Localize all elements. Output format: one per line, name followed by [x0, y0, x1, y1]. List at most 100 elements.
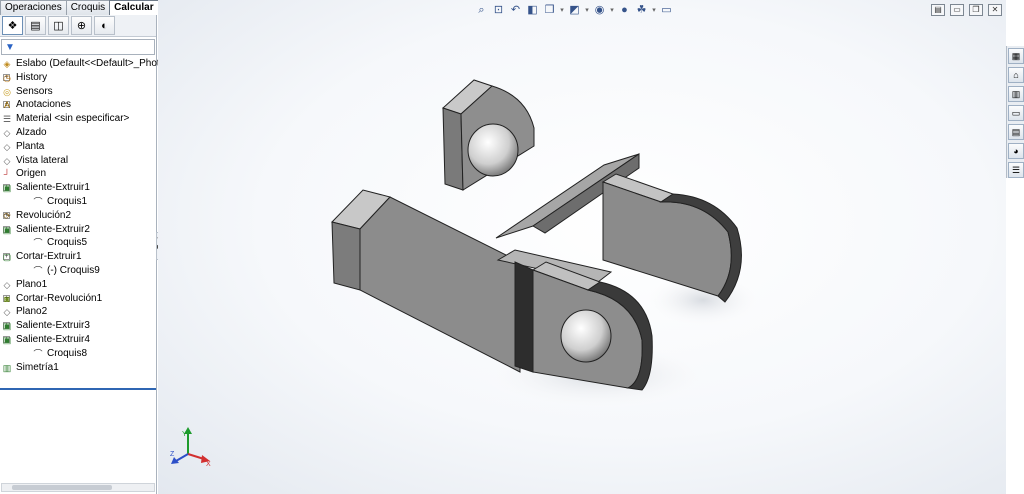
- tree-item-label: Anotaciones: [16, 99, 72, 111]
- tab-calcular[interactable]: Calcular: [109, 0, 159, 16]
- resources-icon[interactable]: ▦: [1008, 48, 1024, 64]
- tree-item[interactable]: ⌒ Croquis5: [0, 236, 156, 250]
- scrollbar-thumb[interactable]: [12, 485, 112, 490]
- svg-text:Z: Z: [170, 451, 175, 458]
- tree-item[interactable]: ◇ Plano1: [0, 278, 156, 292]
- tree-item[interactable]: + ▣ Saliente-Extruir4: [0, 333, 156, 347]
- front-lug: [531, 261, 653, 391]
- tree-item-label: Material <sin especificar>: [16, 113, 130, 125]
- svg-text:Y: Y: [182, 431, 187, 438]
- origin-icon: ┘: [3, 169, 11, 180]
- tree-item[interactable]: ⌒ (-) Croquis9: [0, 264, 156, 278]
- tree-item-label: Cortar-Revolución1: [16, 292, 103, 304]
- back-lug: [442, 79, 535, 191]
- tab-croquis[interactable]: Croquis: [65, 0, 111, 15]
- tree-item-label: Simetría1: [16, 361, 59, 373]
- tree-item[interactable]: + ▢ Cortar-Extruir1: [0, 250, 156, 264]
- custom-properties-icon[interactable]: ☰: [1008, 162, 1024, 178]
- tree-item[interactable]: + ▣ Saliente-Extruir2: [0, 223, 156, 237]
- tree-item[interactable]: + ▣ Saliente-Extruir1: [0, 181, 156, 195]
- manager-tabs: ❖ ▤ ◫ ⊕ ◐: [0, 15, 156, 37]
- tree-item[interactable]: ⌒ Croquis1: [0, 195, 156, 209]
- tree-item-label: Saliente-Extruir4: [16, 333, 90, 345]
- svg-text:X: X: [206, 461, 211, 466]
- tree-item[interactable]: + ◷ History: [0, 71, 156, 85]
- tree-item-label: History: [16, 71, 48, 83]
- tree-item[interactable]: + A Anotaciones: [0, 98, 156, 112]
- tree-item-label: Revolución2: [16, 209, 72, 221]
- mirror-icon: ▥: [2, 362, 12, 373]
- filter-icon[interactable]: ▼: [5, 42, 15, 53]
- tree-item[interactable]: ◇ Alzado: [0, 126, 156, 140]
- tree-item[interactable]: + ▣ Saliente-Extruir3: [0, 319, 156, 333]
- tree-item[interactable]: + ⟳ Revolución2: [0, 209, 156, 223]
- tree-item[interactable]: ☰ Material <sin especificar>: [0, 112, 156, 126]
- tree-item[interactable]: + ◙ Cortar-Revolución1: [0, 292, 156, 306]
- tree-item-label: Croquis5: [47, 237, 88, 249]
- tree-item-label: Vista lateral: [16, 154, 69, 166]
- material-icon: ☰: [2, 114, 12, 125]
- appearances-icon[interactable]: ◕: [1008, 143, 1024, 159]
- boss-extrude-icon: ▣: [2, 334, 12, 345]
- tree-item[interactable]: ◇ Plano2: [0, 305, 156, 319]
- task-pane-tabs: ▦ ⌂ ▥ ▭ ▤ ◕ ☰: [1006, 46, 1024, 178]
- feature-manager-panel: ❖ ▤ ◫ ⊕ ◐ ▼ ◈ Eslabo (Default<<Default>_Phot…: [0, 15, 166, 494]
- tree-item-label: Cortar-Extruir1: [16, 251, 82, 263]
- tree-item[interactable]: ⌒ Croquis8: [0, 347, 156, 361]
- tree-item-label: Sensors: [16, 85, 53, 97]
- part-icon: ◈: [3, 59, 11, 69]
- tab-operaciones[interactable]: Operaciones: [0, 0, 67, 15]
- view-palette-icon[interactable]: ▤: [1008, 124, 1024, 140]
- tree-item-label: Plano1: [16, 278, 48, 290]
- reference-triad: Y X Z: [170, 427, 211, 466]
- tree-item-label: Croquis1: [47, 195, 88, 207]
- tree-item-label: Saliente-Extruir2: [16, 223, 90, 235]
- tree-item[interactable]: ◇ Planta: [0, 140, 156, 154]
- tree-item-label: Plano2: [16, 306, 48, 318]
- tree-root[interactable]: ◈ Eslabo (Default<<Default>_Photo: [0, 57, 166, 71]
- home-icon[interactable]: ⌂: [1008, 67, 1024, 83]
- plane-icon: ◇: [3, 127, 11, 138]
- boss-extrude-icon: ▣: [2, 224, 12, 235]
- part-model[interactable]: [158, 0, 1006, 494]
- rollback-bar[interactable]: [0, 388, 156, 390]
- tree-filter[interactable]: ▼: [1, 39, 155, 55]
- tree-item-label: Croquis8: [47, 347, 88, 359]
- tree-item-label: Planta: [16, 140, 45, 152]
- revolve-icon: ⟳: [3, 210, 11, 221]
- tree-item[interactable]: ▥ Simetría1: [0, 361, 156, 375]
- plane-icon: ◇: [3, 155, 11, 166]
- sketch-icon: ⌒: [33, 348, 43, 359]
- sketch-icon: ⌒: [33, 196, 43, 207]
- tree-item[interactable]: ◇ Vista lateral: [0, 154, 156, 168]
- plane-icon: ◇: [3, 279, 11, 290]
- tree-item-label: Alzado: [16, 126, 47, 138]
- tree-item[interactable]: ┘ Origen: [0, 167, 156, 181]
- plane-icon: ◇: [3, 307, 11, 318]
- tree-item-label: (-) Croquis9: [47, 264, 100, 276]
- sensor-icon: ◎: [3, 86, 11, 97]
- horizontal-scrollbar[interactable]: [1, 483, 155, 492]
- dimxpert-manager-icon[interactable]: ⊕: [71, 16, 92, 35]
- history-icon: ◷: [3, 72, 11, 83]
- tree-item-label: Origen: [16, 168, 47, 180]
- boss-extrude-icon: ▣: [2, 321, 12, 332]
- solidworks-window: OperacionesCroquisCalcularDimXpertProduc…: [0, 0, 1024, 494]
- feature-tree: ◈ Eslabo (Default<<Default>_Photo + ◷ Hist…: [0, 55, 166, 375]
- tree-item-label: Saliente-Extruir1: [16, 182, 90, 194]
- sketch-icon: ⌒: [33, 265, 43, 276]
- cut-extrude-icon: ▢: [2, 252, 12, 263]
- tree-root-label: Eslabo (Default<<Default>_Photo: [16, 58, 166, 69]
- plane-icon: ◇: [3, 141, 11, 152]
- design-library-icon[interactable]: ▥: [1008, 86, 1024, 102]
- boss-extrude-icon: ▣: [2, 183, 12, 194]
- sketch-icon: ⌒: [33, 238, 43, 249]
- display-manager-icon[interactable]: ◐: [94, 16, 115, 35]
- feature-manager-icon[interactable]: ❖: [2, 16, 23, 35]
- annotation-icon: A: [3, 100, 10, 111]
- configuration-manager-icon[interactable]: ◫: [48, 16, 69, 35]
- file-explorer-icon[interactable]: ▭: [1008, 105, 1024, 121]
- tree-item[interactable]: ◎ Sensors: [0, 85, 156, 99]
- cut-revolve-icon: ◙: [4, 293, 10, 304]
- property-manager-icon[interactable]: ▤: [25, 16, 46, 35]
